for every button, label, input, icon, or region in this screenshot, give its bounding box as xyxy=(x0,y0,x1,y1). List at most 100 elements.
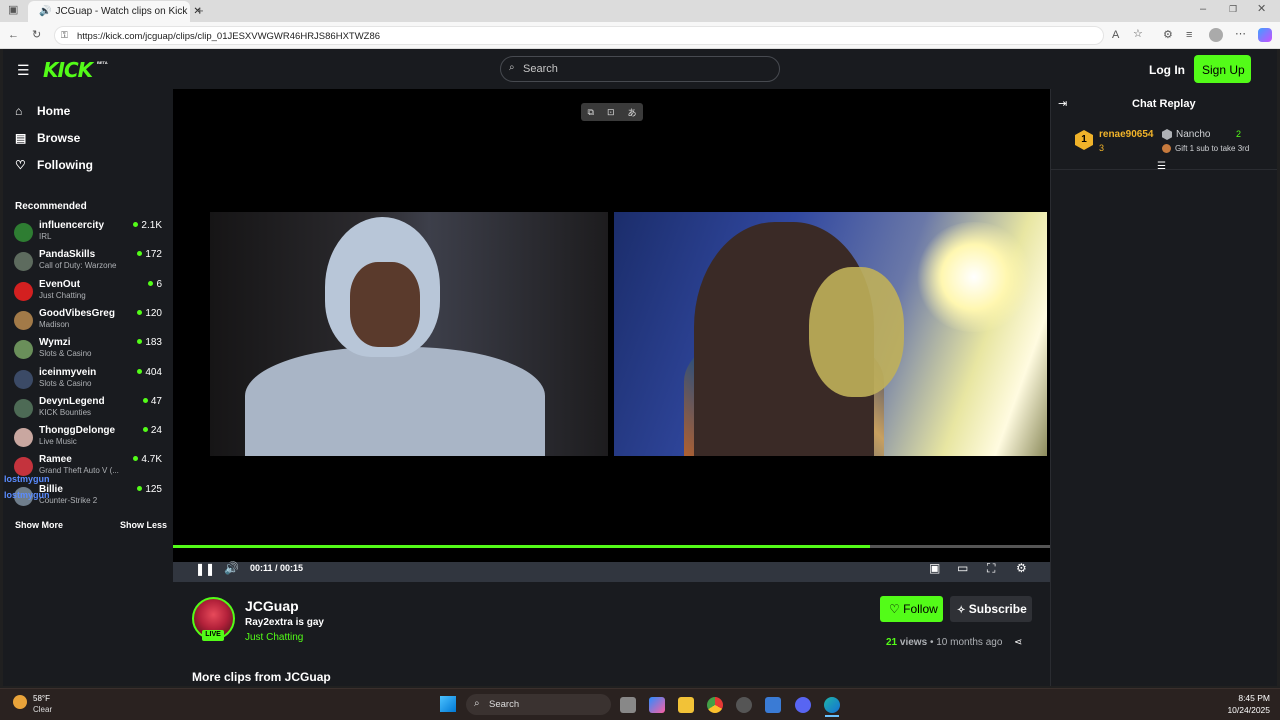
menu-icon[interactable]: ☰ xyxy=(17,62,30,79)
heart-icon: ♡ xyxy=(15,158,26,172)
favorite-star-icon[interactable]: ☆ xyxy=(1133,29,1143,40)
tab-actions-icon[interactable]: ▣ xyxy=(8,5,18,16)
new-tab-icon[interactable]: + xyxy=(196,4,204,17)
fullscreen-icon[interactable]: ⛶ xyxy=(987,561,995,576)
nav-label: Following xyxy=(37,158,93,172)
discord-icon[interactable] xyxy=(795,697,811,713)
top-gifter-count: 3 xyxy=(1099,143,1105,153)
show-less-button[interactable]: Show Less xyxy=(120,520,167,530)
nav-home[interactable]: ⌂ Home xyxy=(15,104,70,118)
gift-prompt[interactable]: Gift 1 sub to take 3rd xyxy=(1175,144,1249,153)
viewer-count: 47 xyxy=(143,396,162,407)
top-gifter-name[interactable]: renae90654 xyxy=(1099,129,1154,140)
channel-avatar xyxy=(14,252,33,272)
channel-avatar xyxy=(14,340,33,360)
extensions-icon[interactable]: ⚙ xyxy=(1163,30,1173,41)
miniplayer-icon[interactable]: ▭ xyxy=(957,561,968,575)
chat-filter-icon[interactable]: ☰ xyxy=(1157,161,1166,172)
channel-avatar xyxy=(14,369,33,389)
overlay-username: lostmygun xyxy=(4,474,50,484)
maximize-icon[interactable]: ❐ xyxy=(1229,5,1237,14)
recommended-heading: Recommended xyxy=(15,201,87,212)
chat-panel xyxy=(1050,89,1277,686)
weather-temperature: 58°F xyxy=(33,694,50,703)
read-aloud-icon[interactable]: A xyxy=(1112,30,1119,41)
recommended-channel[interactable]: influencercity IRL 2.1K xyxy=(14,220,164,248)
minimize-icon[interactable]: – xyxy=(1200,4,1206,15)
follow-button[interactable]: ♡ Follow xyxy=(880,596,943,622)
recommended-channel[interactable]: EvenOut Just Chatting 6 xyxy=(14,279,164,307)
theater-icon[interactable]: ▣ xyxy=(929,561,940,575)
second-gifter-count: 2 xyxy=(1236,129,1242,139)
channel-category[interactable]: Just Chatting xyxy=(245,632,303,643)
viewer-count: 120 xyxy=(137,308,162,319)
clip-age: • 10 months ago xyxy=(929,637,1003,648)
nav-following[interactable]: ♡ Following xyxy=(15,158,93,172)
video-overlay-toolbar: ⧉ ⊡ あ xyxy=(581,103,643,121)
task-view-icon[interactable] xyxy=(620,697,636,713)
clip-title: Ray2extra is gay xyxy=(245,617,324,628)
viewer-count: 24 xyxy=(143,425,162,436)
kick-logo[interactable]: KICK xyxy=(43,58,93,82)
video-bottom-strip xyxy=(173,562,1050,582)
edge-icon[interactable] xyxy=(824,697,840,713)
taskbar-date[interactable]: 10/24/2025 xyxy=(1215,705,1270,715)
subscribe-label: Subscribe xyxy=(968,602,1027,616)
recommended-channel[interactable]: iceinmyvein Slots & Casino 404 xyxy=(14,367,164,395)
profile-avatar[interactable] xyxy=(1209,28,1223,42)
speaker-icon[interactable]: 🔊 xyxy=(39,6,51,17)
back-icon[interactable]: ← xyxy=(8,30,19,41)
subscribe-button[interactable]: ✧ Subscribe xyxy=(950,596,1032,622)
refresh-icon[interactable]: ↻ xyxy=(32,30,41,41)
browser-tab[interactable]: 🔊 JCGuap - Watch clips on Kick ✕ xyxy=(28,1,202,22)
viewer-count: 4.7K xyxy=(133,454,162,465)
capture-icon[interactable]: ⊡ xyxy=(607,107,615,118)
start-icon[interactable] xyxy=(440,696,456,712)
pause-icon[interactable]: ❚❚ xyxy=(195,562,215,576)
copilot-app-icon[interactable] xyxy=(649,697,665,713)
login-button[interactable]: Log In xyxy=(1149,63,1185,77)
collapse-chat-icon[interactable]: ⇥ xyxy=(1058,97,1067,110)
browser-tab-bar xyxy=(0,0,1280,22)
channel-category: Live Music xyxy=(39,437,77,447)
video-cam-right xyxy=(614,212,1047,456)
chrome-icon[interactable] xyxy=(707,697,723,713)
browse-icon: ▤ xyxy=(15,131,27,145)
volume-icon[interactable]: 🔊 xyxy=(224,561,239,575)
app-icon[interactable] xyxy=(736,697,752,713)
channel-name: iceinmyvein xyxy=(39,366,97,378)
viewer-count: 6 xyxy=(148,279,162,290)
recommended-channel[interactable]: PandaSkills Call of Duty: Warzone 172 xyxy=(14,249,164,277)
recommended-channel[interactable]: DevynLegend KICK Bounties 47 xyxy=(14,396,164,424)
store-icon[interactable] xyxy=(765,697,781,713)
show-more-button[interactable]: Show More xyxy=(15,520,63,530)
channel-category: Slots & Casino xyxy=(39,378,92,388)
signup-button[interactable]: Sign Up xyxy=(1194,55,1251,83)
favorites-icon[interactable]: ≡ xyxy=(1186,30,1192,41)
site-info-icon[interactable]: ⚿ xyxy=(61,31,68,40)
weather-icon[interactable] xyxy=(13,695,27,709)
channel-name: EvenOut xyxy=(39,278,81,290)
recommended-channel[interactable]: ThonggDelonge Live Music 24 xyxy=(14,425,164,453)
translate-icon[interactable]: あ xyxy=(627,106,636,119)
settings-icon[interactable]: ⚙ xyxy=(1016,561,1027,575)
nav-label: Home xyxy=(37,104,71,118)
window-close-icon[interactable]: ✕ xyxy=(1257,4,1266,15)
recommended-channel[interactable]: Wymzi Slots & Casino 183 xyxy=(14,337,164,365)
recommended-channel[interactable]: GoodVibesGreg Madison 120 xyxy=(14,308,164,336)
nav-browse[interactable]: ▤ Browse xyxy=(15,131,80,145)
share-icon[interactable]: ⋖ xyxy=(1014,637,1022,648)
url-field[interactable]: ⚿ https://kick.com/jcguap/clips/clip_01J… xyxy=(54,26,1104,45)
channel-category: KICK Bounties xyxy=(39,407,92,417)
second-gifter-name[interactable]: Nancho xyxy=(1176,129,1210,140)
copilot-icon[interactable] xyxy=(1258,28,1272,42)
follow-label: Follow xyxy=(903,602,938,616)
file-explorer-icon[interactable] xyxy=(678,697,694,713)
more-menu-icon[interactable]: ⋯ xyxy=(1235,29,1246,40)
pip-icon[interactable]: ⧉ xyxy=(588,107,594,118)
taskbar-search[interactable]: ⌕ Search xyxy=(466,694,611,715)
search-input[interactable]: ⌕ Search xyxy=(500,56,780,82)
taskbar-time[interactable]: 8:45 PM xyxy=(1225,693,1270,703)
channel-avatar xyxy=(14,223,33,242)
channel-name[interactable]: JCGuap xyxy=(245,598,299,614)
